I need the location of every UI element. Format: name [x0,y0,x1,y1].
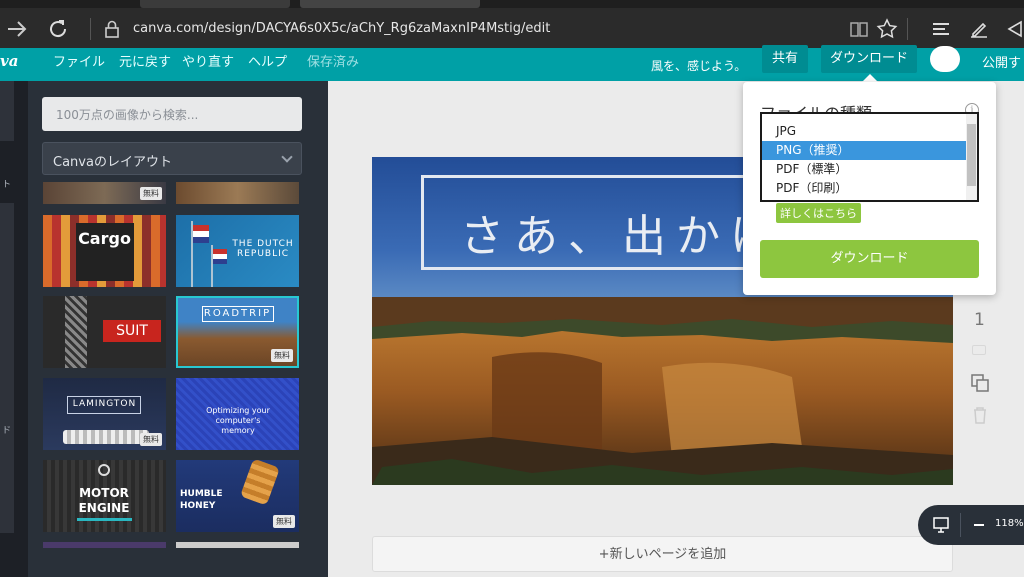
reading-view-icon[interactable] [847,17,871,41]
download-confirm-button[interactable]: ダウンロード [760,240,979,278]
layout-thumb[interactable] [176,182,299,204]
layout-thumb-lamington[interactable]: LAMINGTON 無料 [43,378,166,450]
headline-frame[interactable]: さあ、出かけよう [421,175,761,270]
address-divider [90,18,91,40]
browser-tab[interactable] [140,0,290,8]
file-type-option-png[interactable]: PNG（推奨） [762,141,967,160]
web-note-icon[interactable] [967,17,991,41]
copy-page-icon[interactable] [970,373,990,393]
layout-select[interactable]: Canvaのレイアウト [42,142,302,175]
thumb-cake [63,430,149,444]
menu-undo[interactable]: 元に戻す [119,51,171,70]
trash-icon[interactable] [972,406,988,424]
tool-label: ト [2,180,12,190]
layout-thumb-memory[interactable]: Optimizing your computer's memory [176,378,299,450]
share-button[interactable]: 共有 [762,45,808,73]
forward-arrow-icon[interactable] [5,17,29,41]
publish-label[interactable]: 公開す [982,52,1021,71]
download-popup: ファイルの種類 i JPG PNG（推奨） PDF（標準） PDF（印刷） 詳し… [743,82,996,295]
free-badge: 無料 [271,349,293,362]
toolbar-divider [907,18,908,40]
file-type-option-pdf-standard[interactable]: PDF（標準） [762,160,967,179]
thumb-title: SUIT [116,323,148,339]
zoom-divider [960,513,961,537]
scrollbar-thumb[interactable] [967,124,976,186]
page-number: 1 [974,310,985,330]
learn-more-link[interactable]: 詳しくはこちら [776,203,861,223]
thumb-teal-bar [77,518,132,521]
file-type-option-jpg[interactable]: JPG [762,122,967,141]
thumb-gear [98,464,110,476]
image-search-input[interactable]: 100万点の画像から検索... [42,97,302,131]
zoom-out-icon[interactable] [974,524,984,526]
layout-thumb-humble-honey[interactable]: HUMBLE HONEY 無料 [176,460,299,532]
address-bar[interactable]: canva.com/design/DACYA6s0X5c/aChY_Rg6zaM… [133,21,550,36]
headline-text[interactable]: さあ、出かけよう [460,200,758,264]
canva-logo[interactable]: va [0,52,18,70]
file-type-option-pdf-print[interactable]: PDF（印刷） [762,179,967,198]
chevron-down-icon [281,151,293,163]
browser-toolbar: canva.com/design/DACYA6s0X5c/aChY_Rg6zaM… [0,8,1024,50]
layout-thumb-motor-engine[interactable]: MOTOR ENGINE [43,460,166,532]
tool-button[interactable] [0,81,14,141]
layout-panel: 100万点の画像から検索... Canvaのレイアウト 無料 Cargo THE… [28,81,328,577]
lock-icon [105,20,119,38]
thumb-tie [65,296,87,368]
free-badge: 無料 [273,515,295,528]
thumb-title: THE DUTCH REPUBLIC [232,239,294,259]
thumb-title: Optimizing your computer's memory [206,406,270,435]
layout-thumb[interactable] [43,542,166,548]
page-tool-icon[interactable] [972,345,986,355]
layout-select-label: Canvaのレイアウト [53,155,172,170]
layout-thumb-roadtrip[interactable]: ROADTRIP 無料 [176,296,299,368]
present-icon[interactable] [932,516,950,534]
thumb-title: ROADTRIP [203,308,272,319]
publish-toggle[interactable] [930,46,960,72]
layout-thumb[interactable]: 無料 [43,182,166,204]
tool-button[interactable] [0,203,14,533]
browser-tab-active[interactable] [300,0,480,8]
layout-thumb-dutch-republic[interactable]: THE DUTCH REPUBLIC [176,215,299,287]
layout-thumb-suit[interactable]: SUIT [43,296,166,368]
zoom-controls: 118% [918,505,1024,545]
thumb-title: MOTOR ENGINE [78,486,130,515]
free-badge: 無料 [140,433,162,446]
favorite-star-icon[interactable] [875,17,899,41]
layout-thumb-cargo[interactable]: Cargo [43,215,166,287]
menu-file[interactable]: ファイル [53,51,105,70]
thumb-title: LAMINGTON [72,399,137,409]
layout-thumb[interactable] [176,542,299,548]
thumb-dipper [240,460,280,506]
share-icon[interactable] [1003,17,1024,41]
zoom-level[interactable]: 118% [995,518,1024,529]
add-page-button[interactable]: +新しいページを追加 [372,536,953,572]
thumb-title: HUMBLE HONEY [180,489,223,511]
refresh-icon[interactable] [46,17,70,41]
thumb-title: Cargo [78,229,131,248]
free-badge: 無料 [140,187,162,200]
design-title[interactable]: 風を、感じよう。 [651,57,746,74]
menu-redo[interactable]: やり直す [182,51,234,70]
file-type-list[interactable]: JPG PNG（推奨） PDF（標準） PDF（印刷） [760,112,979,202]
download-button[interactable]: ダウンロード [821,45,917,73]
popup-arrow [862,74,878,82]
canyon-photo[interactable] [372,297,953,485]
tool-sidebar: ト ド [0,81,28,577]
menu-help[interactable]: ヘルプ [248,51,287,70]
hub-icon[interactable] [929,17,953,41]
save-status: 保存済み [307,55,360,70]
list-scrollbar[interactable] [966,114,977,200]
tool-label: ド [2,426,12,436]
browser-tab-strip [0,0,1024,8]
